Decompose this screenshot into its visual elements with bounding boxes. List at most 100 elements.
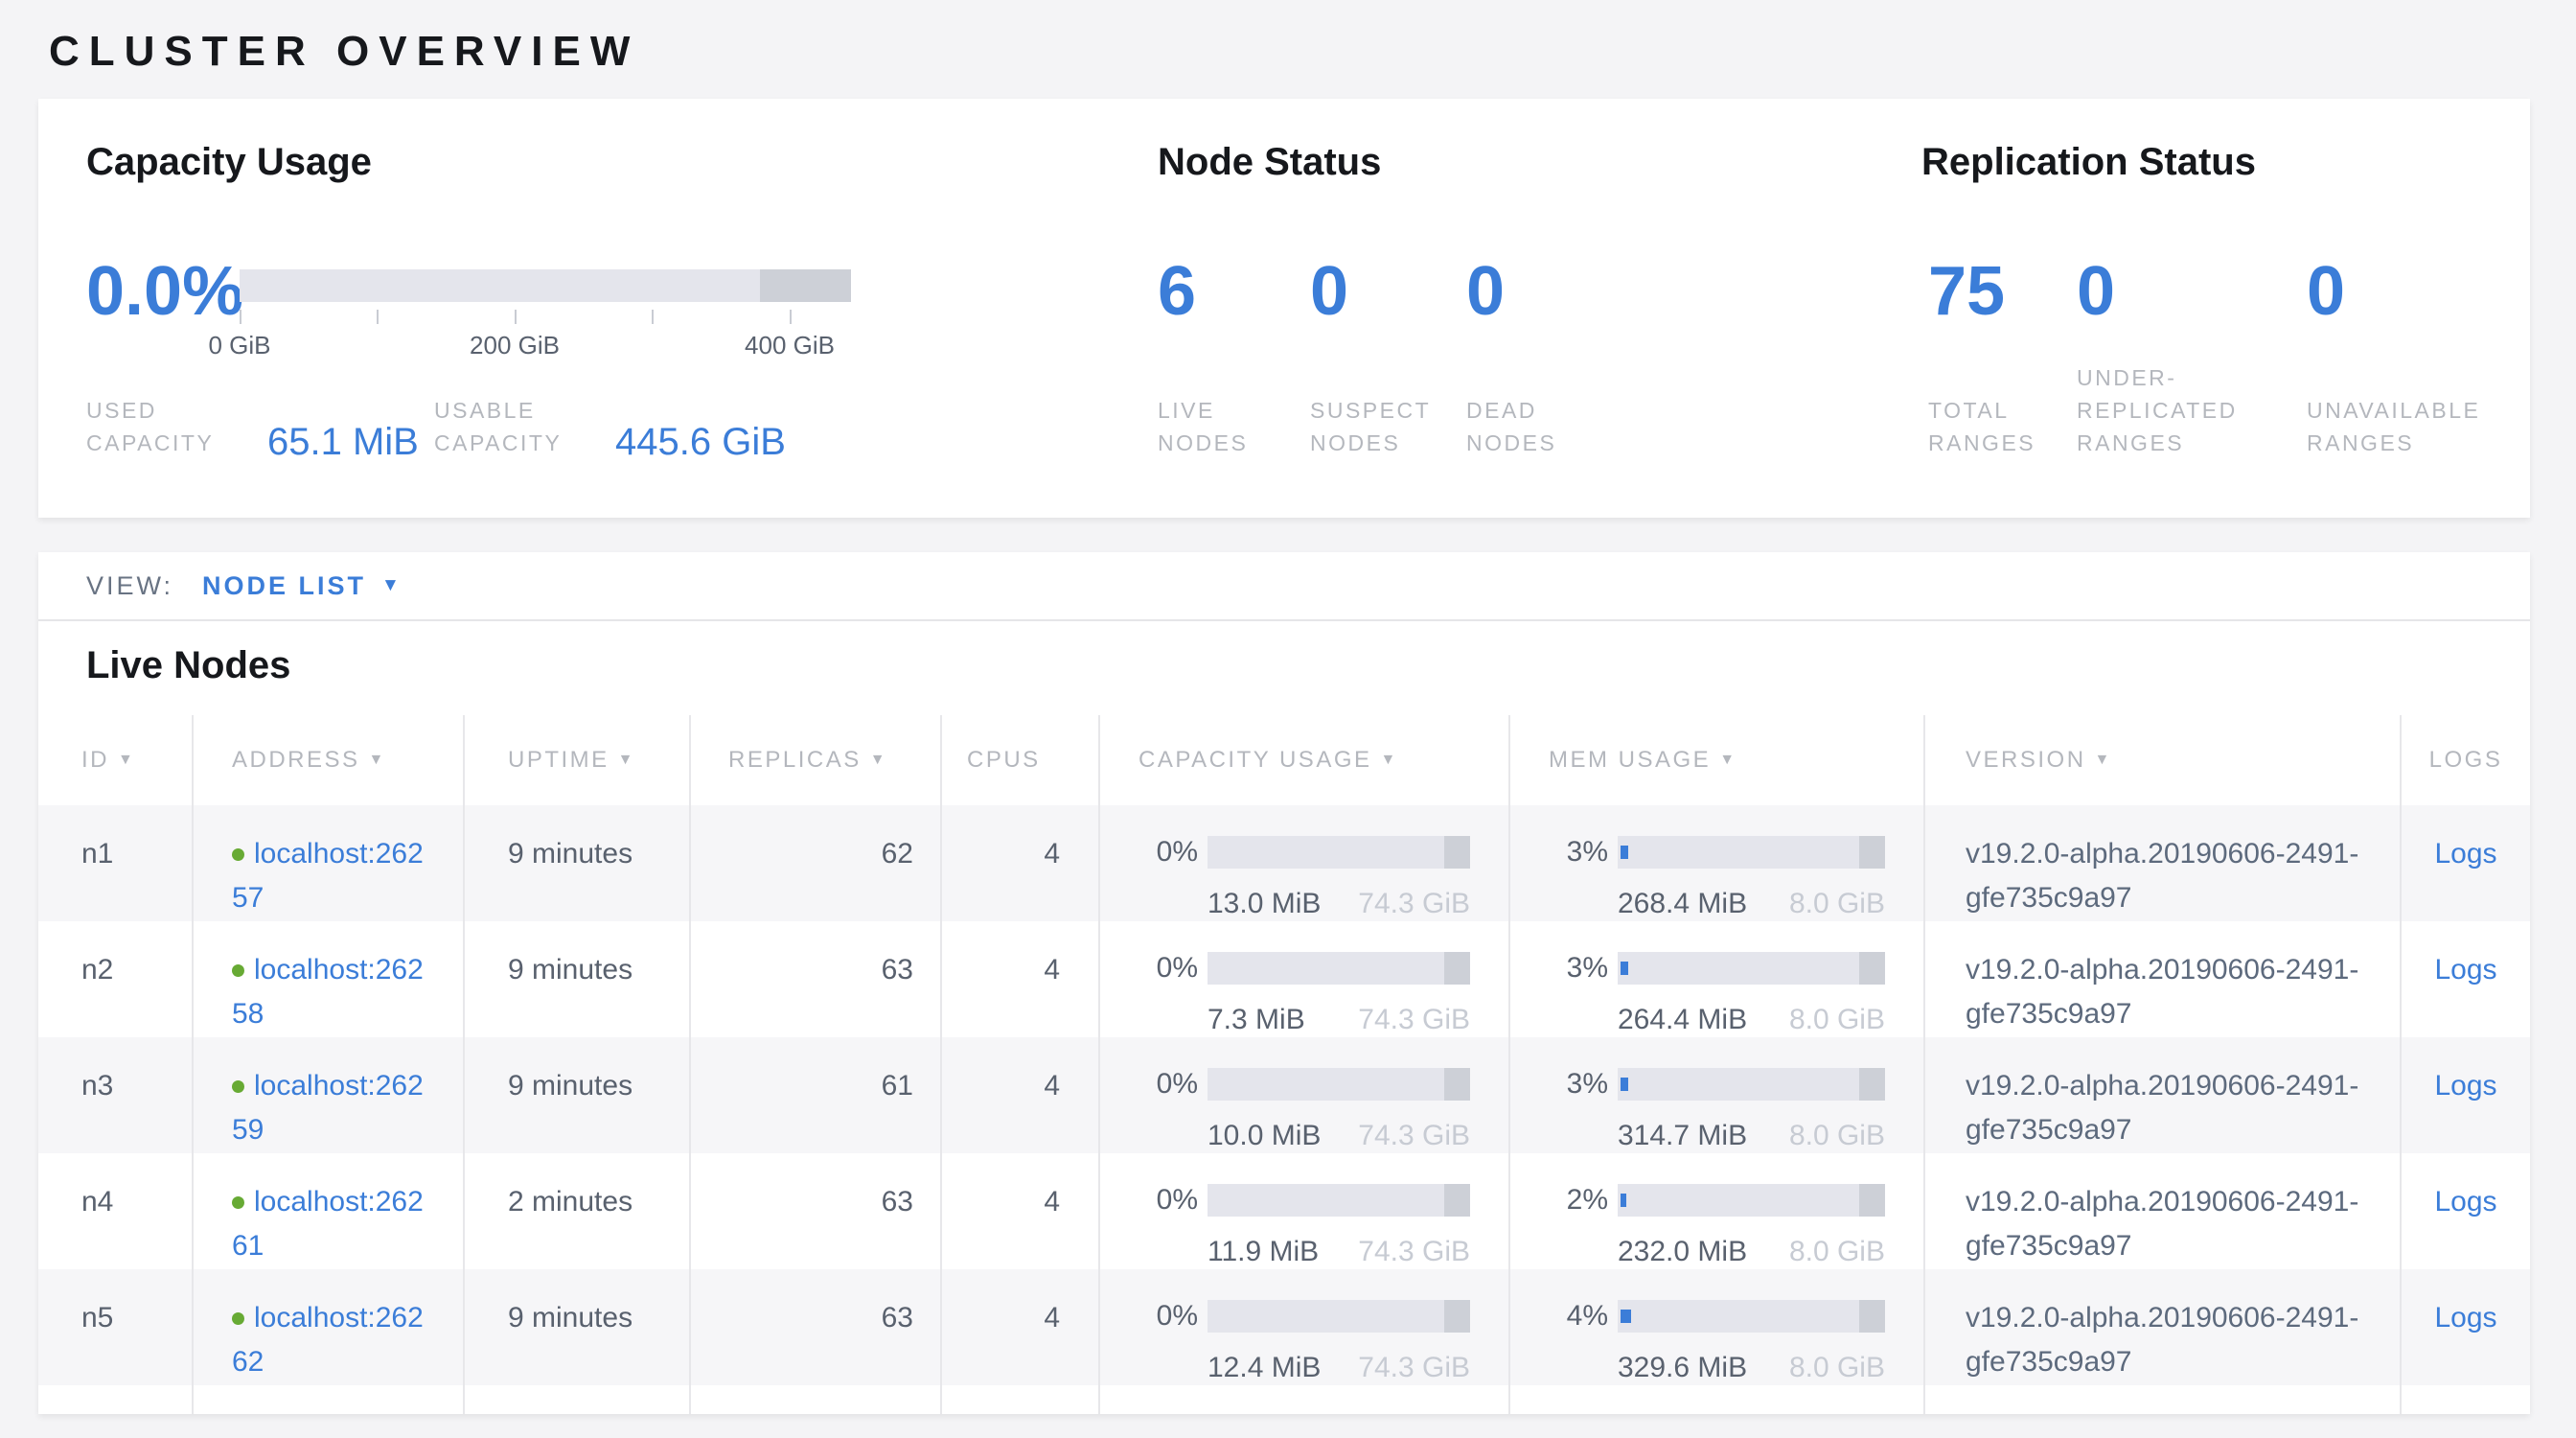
table-cell-empty — [940, 1385, 1098, 1414]
table-cell-empty — [38, 1385, 192, 1414]
logs-link[interactable]: Logs — [2434, 838, 2496, 870]
cell-logs: Logs — [2400, 921, 2530, 1037]
address-link[interactable]: localhost:26259 — [232, 1070, 424, 1146]
used-capacity-value: 65.1 MiB — [267, 423, 419, 461]
cell-node-id: n4 — [38, 1153, 192, 1269]
live-status-icon — [232, 964, 244, 977]
address-link[interactable]: localhost:26257 — [232, 838, 424, 914]
cell-address: localhost:26262 — [192, 1269, 463, 1385]
replication-status-values: 75 0 0 — [1928, 255, 2345, 328]
unavailable-ranges-value: 0 — [2307, 255, 2345, 328]
table-cell-empty — [1508, 1385, 1923, 1414]
replication-status-labels: TOTAL RANGES UNDER-REPLICATED RANGES UNA… — [1928, 367, 2542, 459]
mem-usage-bar — [1618, 1184, 1885, 1217]
cell-node-id: n1 — [38, 805, 192, 921]
axis-tick-label: 0 GiB — [208, 331, 270, 360]
column-header-replicas[interactable]: REPLICAS▼ — [689, 715, 940, 805]
address-link[interactable]: localhost:26258 — [232, 954, 424, 1030]
mem-usage-fill — [1621, 962, 1628, 975]
live-status-icon — [232, 848, 244, 861]
cell-replicas: 63 — [689, 921, 940, 1037]
mem-usage-dark-segment — [1859, 952, 1885, 985]
live-nodes-title: Live Nodes — [86, 642, 2530, 688]
table-cell-empty — [2400, 1385, 2530, 1414]
axis-tick — [515, 310, 517, 324]
cell-logs: Logs — [2400, 1153, 2530, 1269]
cell-node-id: n3 — [38, 1037, 192, 1153]
column-header-id[interactable]: ID▼ — [38, 715, 192, 805]
axis-tick-label: 400 GiB — [745, 331, 835, 360]
cell-logs: Logs — [2400, 805, 2530, 921]
logs-link[interactable]: Logs — [2434, 1186, 2496, 1218]
used-capacity-stat: USED CAPACITY 65.1 MiB — [86, 394, 434, 459]
cell-replicas: 63 — [689, 1269, 940, 1385]
cell-cpus: 4 — [940, 1037, 1098, 1153]
axis-tick — [652, 310, 654, 324]
sort-caret-icon: ▼ — [618, 752, 635, 769]
sort-caret-icon: ▼ — [1381, 752, 1398, 769]
table-row: n1 localhost:26257 9 minutes 62 4 0% 13.… — [38, 805, 2530, 921]
cell-version: v19.2.0-alpha.20190606-2491-gfe735c9a97 — [1923, 921, 2400, 1037]
node-status-heading: Node Status — [1158, 141, 1381, 184]
chevron-down-icon: ▼ — [381, 575, 400, 596]
axis-tick-label: 200 GiB — [470, 331, 560, 360]
address-link[interactable]: localhost:26261 — [232, 1186, 424, 1262]
column-header-version[interactable]: VERSION▼ — [1923, 715, 2400, 805]
mem-usage-bar — [1618, 1068, 1885, 1101]
usable-capacity-value: 445.6 GiB — [615, 423, 786, 461]
total-ranges-label: TOTAL RANGES — [1928, 394, 2058, 459]
table-partial-row — [38, 1385, 2530, 1414]
page-title: CLUSTER OVERVIEW — [49, 0, 2576, 79]
capacity-usage-heading: Capacity Usage — [86, 141, 372, 184]
column-header-uptime[interactable]: UPTIME ▼ — [463, 715, 689, 805]
cell-mem-usage: 3% 264.4 MiB 8.0 GiB — [1508, 921, 1923, 1037]
cell-version: v19.2.0-alpha.20190606-2491-gfe735c9a97 — [1923, 1269, 2400, 1385]
column-label: UPTIME — [508, 747, 610, 774]
table-header: ID▼ADDRESS▼UPTIME▼REPLICAS▼CPUSCAPACITY … — [38, 715, 2530, 805]
sort-caret-icon: ▼ — [2095, 752, 2112, 769]
column-header-capacity[interactable]: CAPACITY USAGE▼ — [1098, 715, 1508, 805]
unavailable-ranges-label: UNAVAILABLE RANGES — [2307, 394, 2542, 459]
under-replicated-label: UNDER-REPLICATED RANGES — [2077, 361, 2297, 459]
live-status-icon — [232, 1080, 244, 1093]
overview-card: Capacity Usage Node Status Replication S… — [38, 99, 2530, 518]
capacity-usage-dark-segment — [1444, 1300, 1470, 1333]
capacity-usage-dark-segment — [1444, 836, 1470, 869]
capacity-stats: USED CAPACITY 65.1 MiB USABLE CAPACITY 4… — [86, 367, 786, 459]
logs-link[interactable]: Logs — [2434, 1070, 2496, 1102]
cell-cpus: 4 — [940, 921, 1098, 1037]
mem-usage-fill — [1621, 1310, 1631, 1323]
capacity-usage-dark-segment — [1444, 952, 1470, 985]
nodes-card: VIEW: NODE LIST ▼ Live Nodes ID▼ADDRESS▼… — [38, 552, 2530, 1414]
suspect-nodes-value: 0 — [1310, 255, 1466, 328]
mem-usage-fill — [1621, 1078, 1628, 1091]
cell-capacity-usage: 0% 12.4 MiB 74.3 GiB — [1098, 1269, 1508, 1385]
column-label: MEM USAGE — [1549, 747, 1711, 774]
cluster-overview-page: CLUSTER OVERVIEW Capacity Usage Node Sta… — [0, 0, 2576, 1438]
view-selector-dropdown[interactable]: NODE LIST ▼ — [202, 571, 400, 601]
column-header-mem[interactable]: MEM USAGE▼ — [1508, 715, 1923, 805]
mem-usage-bar — [1618, 952, 1885, 985]
table-row: n4 localhost:26261 2 minutes 63 4 0% 11.… — [38, 1153, 2530, 1269]
cell-node-id: n5 — [38, 1269, 192, 1385]
cell-capacity-usage: 0% 11.9 MiB 74.3 GiB — [1098, 1153, 1508, 1269]
cell-node-id: n2 — [38, 921, 192, 1037]
logs-link[interactable]: Logs — [2434, 954, 2496, 986]
column-header-address[interactable]: ADDRESS▼ — [192, 715, 463, 805]
capacity-percent: 0.0% — [86, 255, 243, 328]
cell-uptime: 9 minutes — [463, 1269, 689, 1385]
axis-tick — [790, 310, 792, 324]
cell-address: localhost:26258 — [192, 921, 463, 1037]
cell-uptime: 9 minutes — [463, 921, 689, 1037]
cell-capacity-usage: 0% 10.0 MiB 74.3 GiB — [1098, 1037, 1508, 1153]
node-status-values: 6 0 0 — [1158, 255, 1505, 328]
logs-link[interactable]: Logs — [2434, 1302, 2496, 1334]
cell-logs: Logs — [2400, 1269, 2530, 1385]
table-cell-empty — [192, 1385, 463, 1414]
cell-address: localhost:26259 — [192, 1037, 463, 1153]
address-link[interactable]: localhost:26262 — [232, 1302, 424, 1378]
capacity-usage-bar — [1208, 1184, 1470, 1217]
view-selected-value: NODE LIST — [202, 571, 366, 601]
live-nodes-label: LIVE NODES — [1158, 394, 1292, 459]
table-body: n1 localhost:26257 9 minutes 62 4 0% 13.… — [38, 805, 2530, 1385]
